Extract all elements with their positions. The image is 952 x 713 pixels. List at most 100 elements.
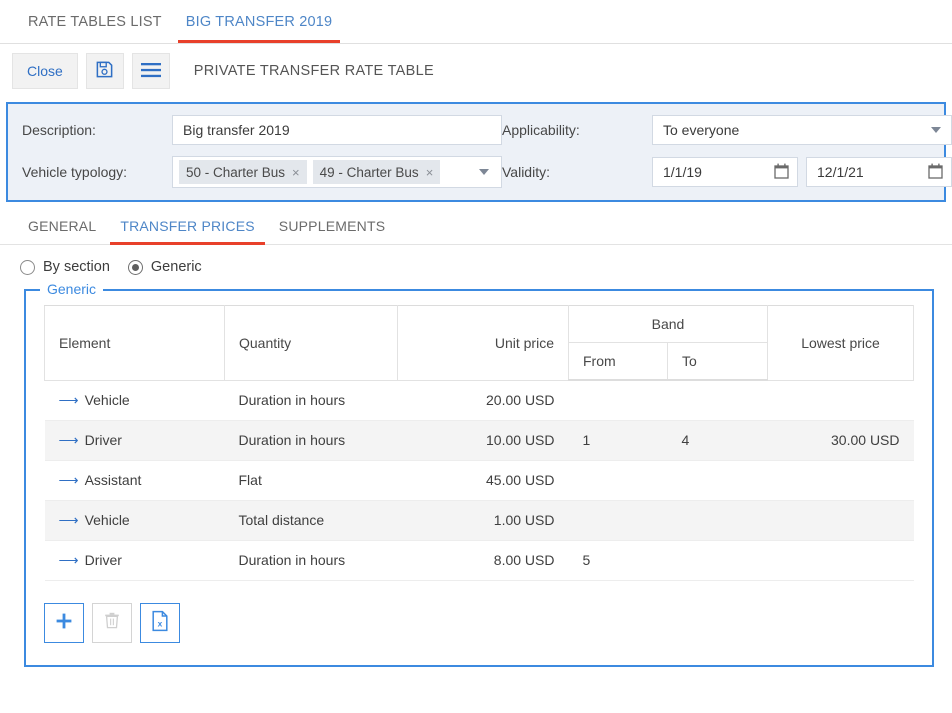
go-to-row-arrow-icon[interactable]: ⟶ [59,512,79,528]
table-row[interactable]: ⟶ Driver Duration in hours 8.00 USD 5 [44,540,914,580]
go-to-row-arrow-icon[interactable]: ⟶ [59,392,79,408]
calendar-icon[interactable] [928,163,943,182]
calendar-icon[interactable] [774,163,789,182]
go-to-row-arrow-icon[interactable]: ⟶ [59,552,79,568]
table-action-bar: x [44,602,914,643]
cell-lowest-price [768,460,914,500]
cell-quantity: Duration in hours [238,432,346,448]
hamburger-menu-icon [140,62,162,81]
rate-table-header-form: Description: Big transfer 2019 Applicabi… [6,102,952,202]
delete-row-button[interactable] [92,602,132,643]
cell-quantity: Total distance [238,512,325,528]
chip-remove-icon[interactable]: × [292,165,300,180]
cell-unit-price: 10.00 USD [486,432,555,448]
cell-band-from: 1 [582,432,591,448]
cell-band-from: 5 [582,552,591,568]
cell-element-label: Driver [84,431,122,448]
cell-quantity: Flat [238,472,262,488]
tab-rate-tables-list[interactable]: RATE TABLES LIST [16,0,174,42]
column-header-band: Band [568,305,768,343]
table-row[interactable]: ⟶ Assistant Flat 45.00 USD [44,460,914,500]
main-tabstrip: RATE TABLES LIST BIG TRANSFER 2019 [0,0,952,44]
column-header-lowest-price[interactable]: Lowest price [767,305,914,381]
transfer-prices-table: Element Quantity Unit price Band Lowest … [44,305,914,581]
generic-section-legend: Generic [40,281,104,297]
cell-band-to [668,380,768,420]
tab-general[interactable]: GENERAL [16,210,108,244]
radio-by-section[interactable]: By section [20,259,110,275]
close-button[interactable]: Close [12,53,78,89]
export-excel-button[interactable]: x [140,602,180,643]
go-to-row-arrow-icon[interactable]: ⟶ [59,472,79,488]
cell-quantity: Duration in hours [238,552,346,568]
tab-big-transfer-2019[interactable]: BIG TRANSFER 2019 [174,0,345,43]
chip-label: 50 - Charter Bus [186,164,286,180]
table-row[interactable]: ⟶ Vehicle Duration in hours 20.00 USD [44,380,914,420]
toolbar: Close PRIVATE TRANSFER RATE TABLE [0,44,952,98]
cell-band-from [569,380,668,420]
save-button[interactable] [85,53,124,89]
cell-element-label: Vehicle [84,511,130,528]
cell-band-to: 4 [681,432,690,448]
vehicle-typology-label: Vehicle typology: [22,164,128,180]
save-floppy-icon [95,60,114,82]
add-row-button[interactable] [44,602,84,643]
applicability-value: To everyone [663,122,740,138]
column-header-quantity[interactable]: Quantity [224,305,398,381]
table-row[interactable]: ⟶ Vehicle Total distance 1.00 USD [44,500,914,540]
column-header-band-from[interactable]: From [568,342,668,381]
cell-band-from [569,460,668,500]
radio-generic[interactable]: Generic [127,259,202,275]
cell-lowest-price [768,500,914,540]
cell-quantity: Duration in hours [238,392,346,408]
cell-element: ⟶ Vehicle [45,500,225,540]
column-header-element[interactable]: Element [44,305,225,381]
cell-unit-price: 20.00 USD [486,392,555,408]
chevron-down-icon[interactable] [479,169,489,175]
validity-to-input[interactable]: 12/1/21 [806,157,952,187]
radio-circle-selected-icon [127,259,143,275]
validity-from-input[interactable]: 1/1/19 [652,157,798,187]
table-row[interactable]: ⟶ Driver Duration in hours 10.00 USD 1 4 … [44,420,914,460]
pricing-mode-radio-group: By section Generic [0,245,952,285]
column-header-unit-price[interactable]: Unit price [397,305,569,381]
chip-label: 49 - Charter Bus [319,164,419,180]
description-input[interactable]: Big transfer 2019 [172,115,502,145]
applicability-select[interactable]: To everyone [652,115,952,145]
cell-element-label: Assistant [84,471,142,488]
validity-to-value: 12/1/21 [817,164,864,180]
validity-range: 1/1/19 12/1/21 [652,157,952,187]
svg-text:x: x [158,618,163,628]
tab-supplements[interactable]: SUPPLEMENTS [267,210,397,244]
trash-icon [102,611,122,634]
radio-circle-icon [20,259,35,275]
validity-from-value: 1/1/19 [663,164,702,180]
cell-lowest-price [768,540,914,580]
table-header-row-top: Element Quantity Unit price Band Lowest … [44,305,914,381]
column-header-band-to[interactable]: To [667,342,768,381]
cell-band-from [569,500,668,540]
table-head: Element Quantity Unit price Band Lowest … [44,305,914,381]
cell-band-to [668,540,768,580]
section-tabstrip: GENERAL TRANSFER PRICES SUPPLEMENTS [0,210,952,245]
cell-band-to [668,460,768,500]
vehicle-typology-multiselect[interactable]: 50 - Charter Bus × 49 - Charter Bus × [172,156,502,188]
cell-element: ⟶ Driver [45,540,225,580]
chevron-down-icon [931,127,941,133]
cell-lowest-price: 30.00 USD [831,432,900,448]
table-body: ⟶ Vehicle Duration in hours 20.00 USD ⟶ Dr… [44,380,914,580]
radio-generic-label: Generic [150,259,202,275]
menu-button[interactable] [131,53,170,89]
cell-element: ⟶ Driver [45,420,225,460]
cell-band-to [668,500,768,540]
cell-unit-price: 45.00 USD [486,472,555,488]
cell-element-label: Driver [84,551,122,568]
chip-vehicle-typology[interactable]: 49 - Charter Bus × [312,160,441,184]
go-to-row-arrow-icon[interactable]: ⟶ [59,432,79,448]
cell-unit-price: 1.00 USD [493,512,555,528]
chip-vehicle-typology[interactable]: 50 - Charter Bus × [179,160,307,184]
validity-label: Validity: [502,164,550,180]
description-label: Description: [22,122,96,138]
tab-transfer-prices[interactable]: TRANSFER PRICES [108,210,266,245]
chip-remove-icon[interactable]: × [426,165,434,180]
